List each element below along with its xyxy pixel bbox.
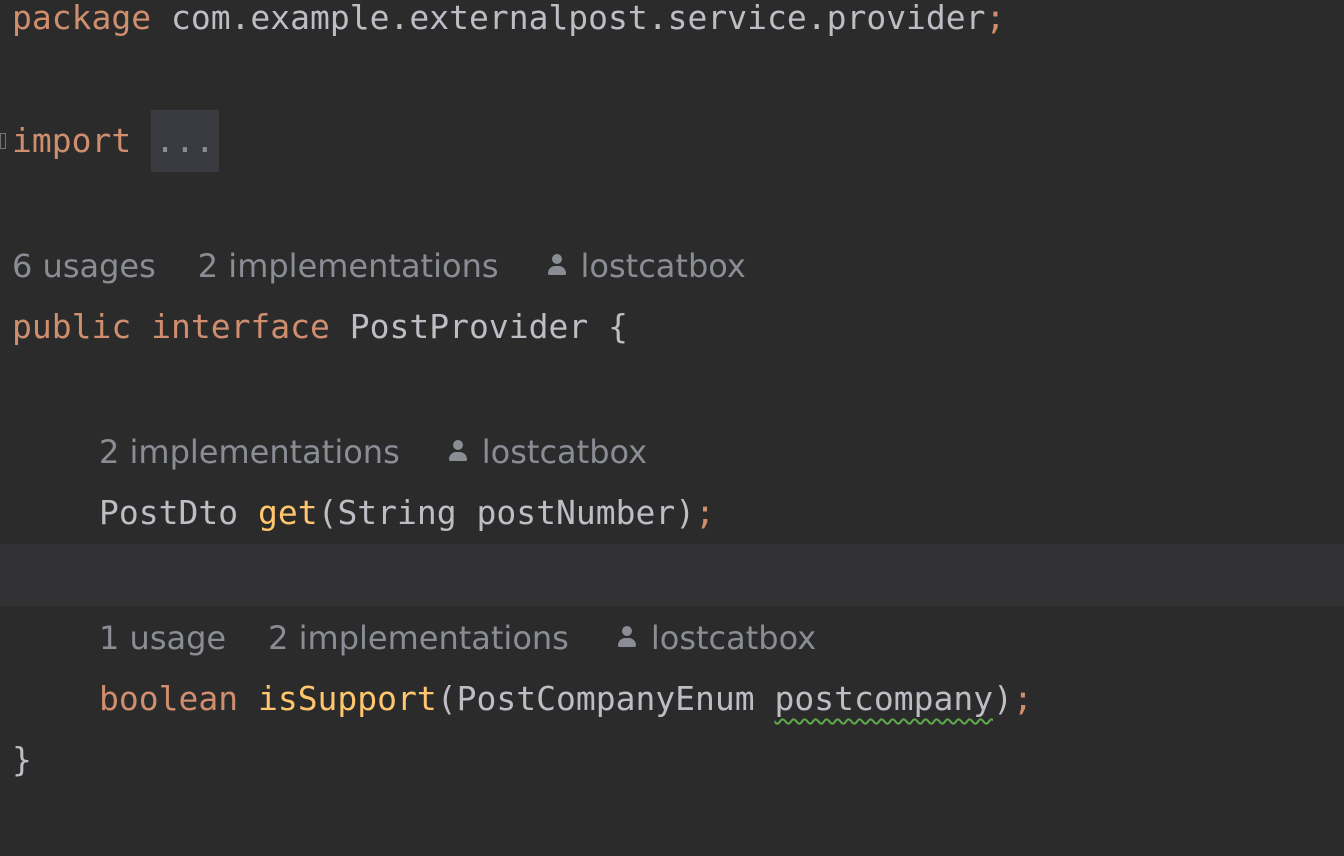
return-type: PostDto (99, 493, 239, 532)
user-icon (617, 626, 637, 648)
is-support-method-line[interactable]: boolean isSupport(PostCompanyEnum postco… (0, 668, 1344, 730)
get-inlay-hints: 2 implementations lostcatbox (0, 421, 1344, 483)
get-method-line[interactable]: PostDto get(String postNumber); (0, 482, 1344, 544)
close-brace: } (12, 740, 32, 779)
param-name: postNumber (476, 493, 676, 532)
close-paren: ) (993, 679, 1013, 718)
implementations-hint[interactable]: 2 implementations (198, 235, 499, 297)
package-line[interactable]: package com.example.externalpost.service… (0, 0, 1344, 49)
folded-imports[interactable]: ... (151, 110, 219, 172)
public-keyword: public (12, 307, 132, 346)
method-name: isSupport (257, 679, 437, 718)
package-keyword: package (12, 0, 152, 37)
interface-keyword: interface (151, 307, 330, 346)
close-paren: ) (675, 493, 696, 532)
open-paren: ( (436, 679, 457, 718)
semicolon: ; (1012, 679, 1033, 718)
method-name: get (257, 493, 318, 532)
usages-hint[interactable]: 1 usage (99, 607, 226, 669)
code-editor[interactable]: package com.example.externalpost.service… (0, 0, 1344, 856)
is-support-inlay-hints: 1 usage 2 implementations lostcatbox (0, 607, 1344, 669)
return-type: boolean (99, 679, 239, 718)
interface-declaration-line[interactable]: public interface PostProvider { (0, 296, 1344, 358)
closing-brace-line[interactable]: } (0, 729, 1344, 791)
semicolon: ; (985, 0, 1006, 37)
user-icon (448, 440, 468, 462)
package-name: com.example.externalpost.service.provide… (170, 0, 986, 37)
implementations-hint[interactable]: 2 implementations (99, 421, 400, 483)
current-line-highlight[interactable] (0, 544, 1344, 606)
semicolon: ; (695, 493, 715, 532)
open-brace: { (608, 307, 628, 346)
interface-inlay-hints: 6 usages 2 implementations lostcatbox (0, 235, 1344, 297)
import-keyword: import (12, 121, 132, 160)
param-type: PostCompanyEnum (456, 679, 755, 718)
implementations-hint[interactable]: 2 implementations (268, 607, 569, 669)
usages-hint[interactable]: 6 usages (12, 235, 156, 297)
author-hint[interactable]: lostcatbox (482, 421, 647, 483)
param-type: String (337, 493, 457, 532)
param-name-with-warning[interactable]: postcompany (775, 679, 994, 718)
author-hint[interactable]: lostcatbox (651, 607, 816, 669)
author-hint[interactable]: lostcatbox (581, 235, 746, 297)
interface-name: PostProvider (349, 307, 589, 346)
user-icon (547, 254, 567, 276)
import-line[interactable]: import ... (0, 110, 1344, 172)
open-paren: ( (317, 493, 338, 532)
